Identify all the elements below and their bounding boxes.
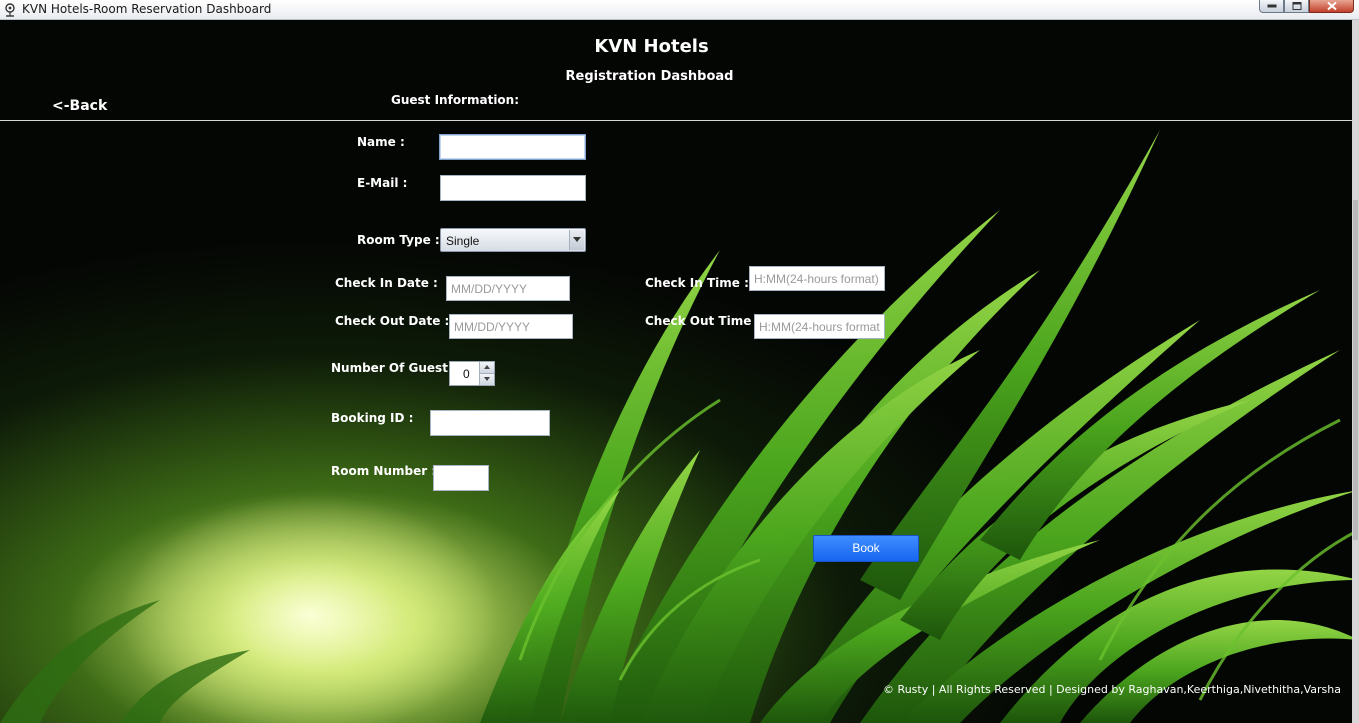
email-field[interactable] [440,175,586,201]
vertical-scrollbar[interactable] [1352,20,1359,723]
header-divider [0,120,1352,121]
guest-count-stepper[interactable]: 0 [449,361,495,386]
close-icon[interactable] [1309,0,1354,13]
room-type-select[interactable]: Single [440,228,586,252]
chevron-down-icon[interactable] [569,230,584,250]
check-out-date-field[interactable] [449,314,573,339]
window-title: KVN Hotels-Room Reservation Dashboard [22,2,272,16]
app-icon [4,3,16,17]
booking-id-field[interactable] [430,410,550,436]
book-button[interactable]: Book [813,535,919,562]
app-title: KVN Hotels [594,36,709,57]
back-link[interactable]: <-Back [52,98,107,114]
check-in-date-label: Check In Date : [335,276,438,290]
page-subtitle: Registration Dashboad [565,69,734,84]
spinner-up-icon[interactable] [479,362,494,374]
window-title-bar: KVN Hotels-Room Reservation Dashboard [0,0,1359,20]
name-field[interactable] [439,134,586,160]
booking-id-label: Booking ID : [331,411,414,425]
check-in-date-field[interactable] [446,276,570,301]
email-label: E-Mail : [357,176,408,190]
check-in-time-label: Check In Time : [645,276,749,290]
spinner-down-icon[interactable] [479,374,494,385]
check-out-time-field[interactable] [754,314,885,339]
check-in-time-field[interactable] [749,266,885,291]
scrollbar-thumb[interactable] [1353,200,1358,540]
guest-information-heading: Guest Information: [391,93,520,107]
room-number-field[interactable] [433,465,489,491]
room-type-label: Room Type : [357,233,440,247]
footer-credits: © Rusty | All Rights Reserved | Designed… [883,683,1341,696]
room-number-label: Room Number : [331,464,437,478]
background-grass-image [0,20,1359,723]
number-of-guest-label: Number Of Guest : [331,361,457,375]
check-out-time-label: Check Out Time : [645,314,761,328]
maximize-icon[interactable] [1284,0,1309,13]
minimize-icon[interactable] [1259,0,1284,13]
name-label: Name : [357,135,405,149]
guest-count-value: 0 [463,367,470,381]
room-type-selected: Single [446,234,480,248]
check-out-date-label: Check Out Date : [335,314,450,328]
